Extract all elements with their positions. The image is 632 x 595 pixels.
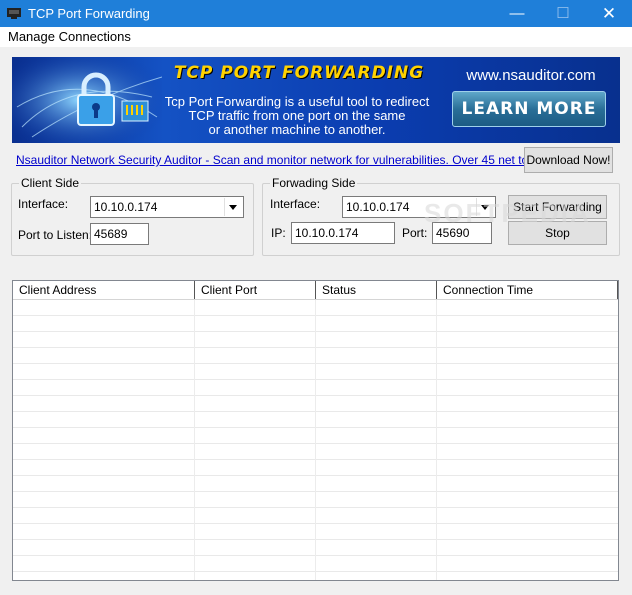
banner-description-line: or another machine to another. [208,122,386,137]
client-interface-select[interactable]: 10.10.0.174 [90,196,244,218]
banner-description: Tcp Port Forwarding is a useful tool to … [152,95,442,137]
network-lock-icon [12,57,162,143]
banner-description-line: TCP traffic from one port on the same [188,108,406,123]
forward-ip-input[interactable]: 10.10.0.174 [291,222,395,244]
menu-bar: Manage Connections [0,27,632,47]
port-to-listen-label: Port to Listen: [18,228,93,242]
column-divider [194,300,195,580]
column-divider [315,300,316,580]
forward-ip-label: IP: [271,226,286,240]
column-header-client-address[interactable]: Client Address [13,281,195,299]
forwarding-side-title: Forwading Side [270,176,358,190]
softpedia-watermark: SOFTPEDIA [424,198,591,228]
column-header-client-port[interactable]: Client Port [195,281,316,299]
client-side-group: Client Side Interface: 10.10.0.174 Port … [11,176,254,256]
title-bar: TCP Port Forwarding — ☐ ✕ [0,0,632,27]
port-to-listen-input[interactable]: 45689 [90,223,149,245]
chevron-down-icon[interactable] [224,198,242,216]
column-divider [436,300,437,580]
client-interface-label: Interface: [18,197,69,211]
maximize-button[interactable]: ☐ [540,0,586,27]
banner-description-line: Tcp Port Forwarding is a useful tool to … [164,94,430,109]
client-interface-value: 10.10.0.174 [94,200,158,214]
connections-table[interactable]: Client Address Client Port Status Connec… [12,280,619,581]
nsauditor-link[interactable]: Nsauditor Network Security Auditor - Sca… [16,153,583,167]
minimize-button[interactable]: — [494,0,540,27]
close-button[interactable]: ✕ [586,0,632,27]
download-now-button[interactable]: Download Now! [524,147,613,173]
table-body[interactable] [13,300,618,580]
forward-interface-label: Interface: [270,197,321,211]
table-header: Client Address Client Port Status Connec… [13,281,618,300]
column-header-status[interactable]: Status [316,281,437,299]
network-app-icon [7,8,21,19]
forward-interface-value: 10.10.0.174 [346,200,410,214]
banner-url: www.nsauditor.com [466,67,596,84]
banner-title: TCP PORT FORWARDING [173,63,425,83]
menu-manage-connections[interactable]: Manage Connections [8,29,131,44]
window-title: TCP Port Forwarding [28,6,150,21]
client-side-title: Client Side [19,176,82,190]
column-header-connection-time[interactable]: Connection Time [437,281,618,299]
learn-more-button[interactable]: LEARN MORE [452,91,606,127]
ad-banner[interactable]: TCP PORT FORWARDING Tcp Port Forwarding … [12,57,620,143]
